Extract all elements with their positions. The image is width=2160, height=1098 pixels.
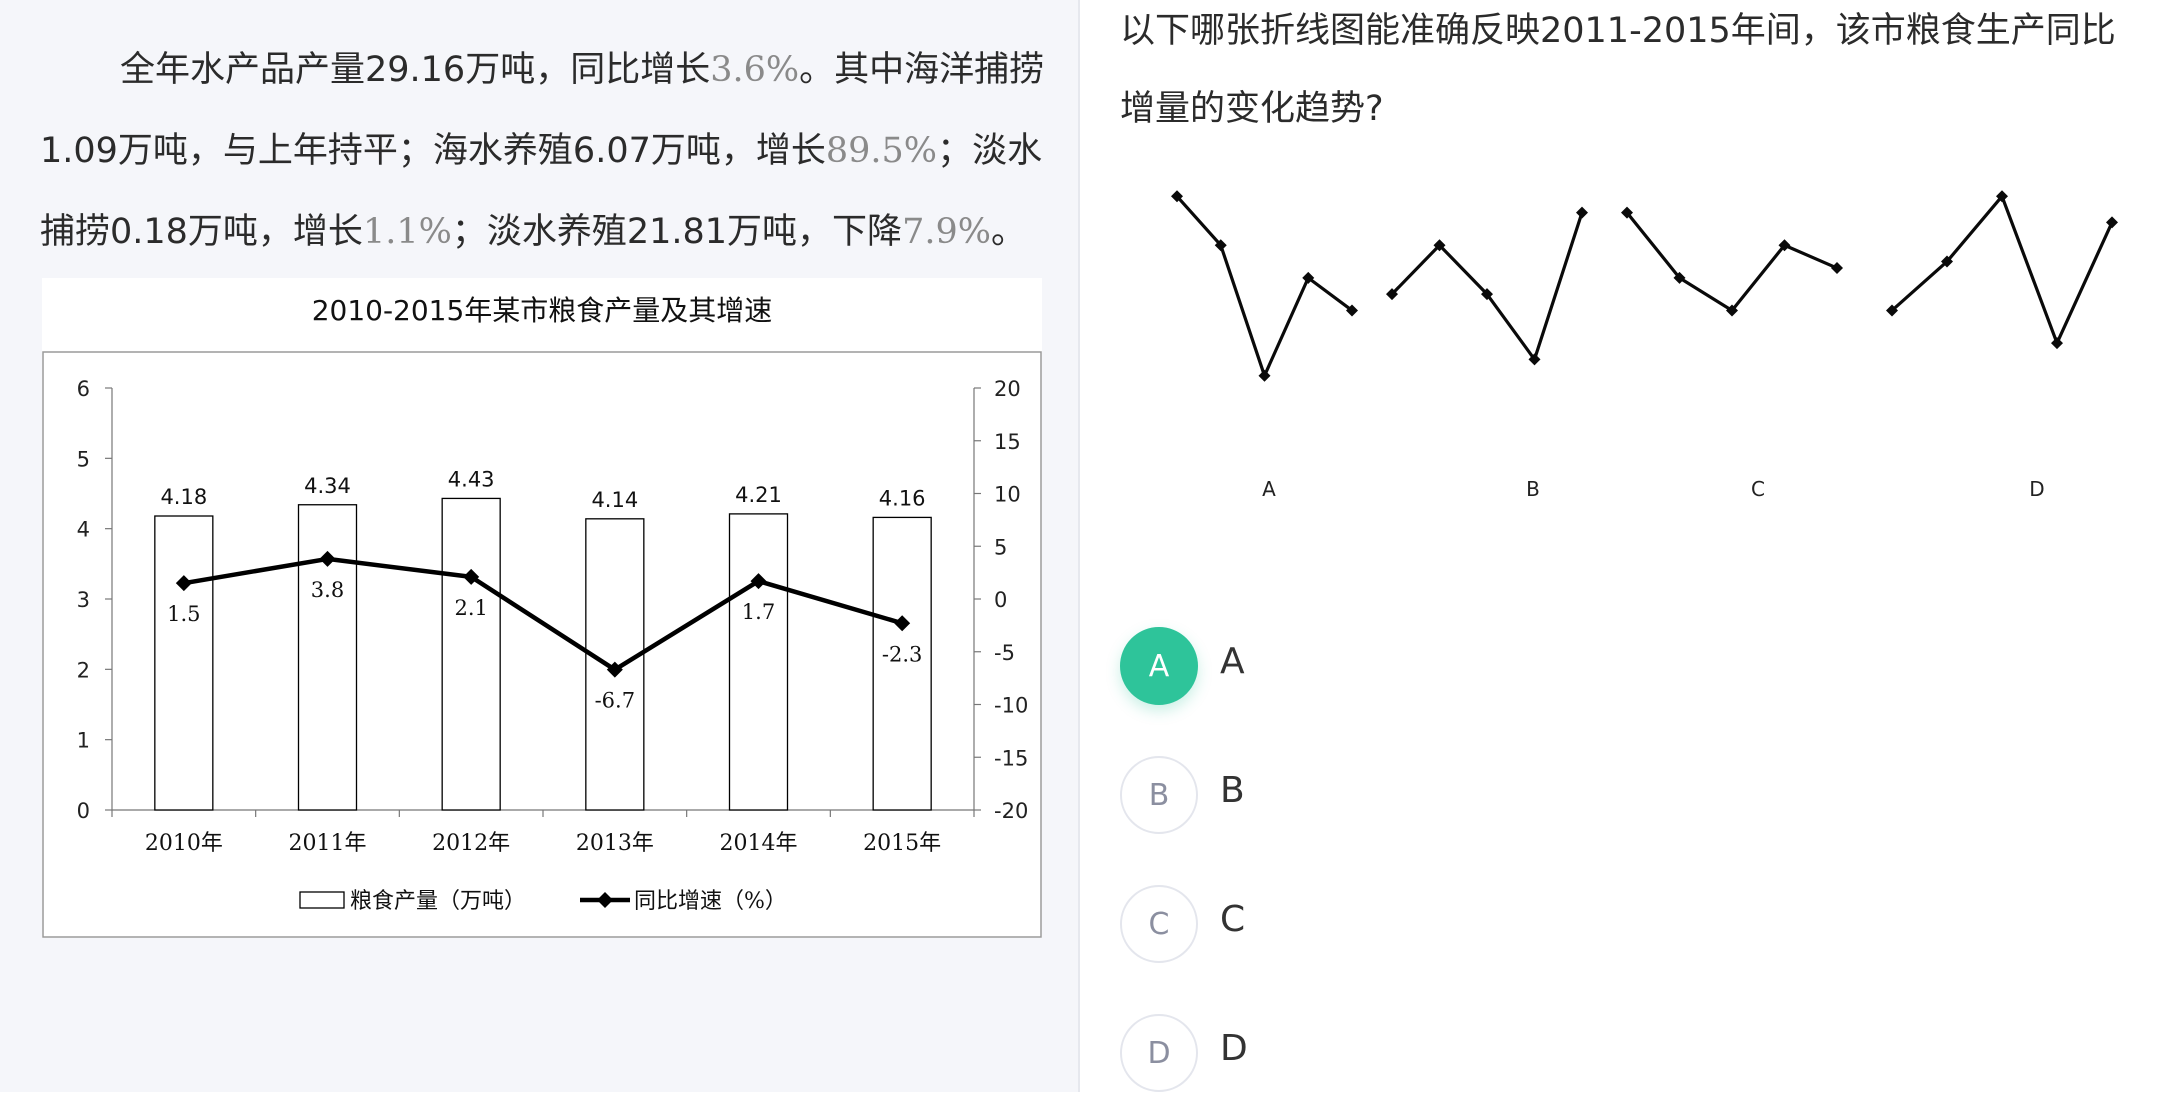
x-tick-label: 2010年 bbox=[145, 831, 223, 856]
option-a-label: A bbox=[1220, 641, 1245, 682]
left-tick-label: 5 bbox=[77, 447, 90, 471]
growth-label: 1.7 bbox=[742, 600, 775, 624]
legend-line-marker bbox=[597, 892, 613, 908]
bar bbox=[728, 513, 789, 811]
right-tick-label: -20 bbox=[994, 799, 1028, 823]
option-c-line bbox=[1625, 211, 1838, 313]
production-chart: 2010-2015年某市粮食产量及其增速 0 1 2 3 4 5 6 -20 -15 -10 -5 0 5… bbox=[42, 278, 1042, 938]
bar bbox=[297, 504, 358, 811]
bar-label: 4.34 bbox=[304, 474, 351, 498]
legend-bar-swatch bbox=[299, 891, 345, 909]
right-tick-label: 10 bbox=[994, 483, 1021, 507]
option-b[interactable]: B B bbox=[1120, 756, 1620, 840]
passage-segment: ；淡水养殖21.81万吨，下降 bbox=[451, 212, 903, 252]
growth-label: 3.8 bbox=[311, 578, 344, 602]
passage-percent: 89.5% bbox=[825, 131, 938, 171]
left-tick-label: 4 bbox=[77, 518, 90, 542]
chart-title: 2010-2015年某市粮食产量及其增速 bbox=[312, 294, 773, 327]
option-a-badge: A bbox=[1120, 627, 1198, 705]
growth-label: 2.1 bbox=[454, 596, 487, 620]
question-pane: 以下哪张折线图能准确反映2011-2015年间，该市粮食生产同比增量的变化趋势?… bbox=[1082, 0, 2160, 1092]
option-d-label: D bbox=[1220, 1028, 1248, 1069]
option-b-badge: B bbox=[1120, 756, 1198, 834]
passage-percent: 1.1% bbox=[362, 212, 452, 252]
option-chart-point bbox=[1258, 369, 1271, 382]
option-d[interactable]: D D bbox=[1120, 1014, 1620, 1098]
option-b-line bbox=[1390, 212, 1584, 361]
right-tick-label: 20 bbox=[994, 377, 1021, 401]
right-tick-label: -10 bbox=[994, 694, 1028, 718]
bar-label: 4.18 bbox=[160, 485, 207, 509]
left-tick-label: 1 bbox=[77, 729, 90, 753]
growth-line bbox=[183, 556, 903, 672]
x-tick-label: 2013年 bbox=[576, 831, 654, 856]
option-chart-label: A bbox=[1262, 477, 1276, 501]
bar-label: 4.21 bbox=[735, 483, 782, 507]
bar-label: 4.16 bbox=[879, 486, 926, 510]
passage-text: 全年水产品产量29.16万吨，同比增长3.6%。其中海洋捕捞1.09万吨，与上年… bbox=[40, 30, 1050, 273]
bar bbox=[154, 515, 214, 811]
legend-bar-label: 粮食产量（万吨） bbox=[350, 889, 526, 914]
growth-label: 1.5 bbox=[167, 602, 200, 626]
growth-label: -6.7 bbox=[595, 689, 636, 713]
option-chart-label: D bbox=[2029, 477, 2044, 501]
left-tick-label: 3 bbox=[77, 588, 90, 612]
option-chart-label: C bbox=[1751, 477, 1765, 501]
bar-label: 4.14 bbox=[591, 488, 638, 512]
question-text: 以下哪张折线图能准确反映2011-2015年间，该市粮食生产同比增量的变化趋势? bbox=[1120, 11, 2116, 129]
left-tick-label: 2 bbox=[77, 658, 90, 682]
option-a-line bbox=[1175, 195, 1353, 378]
right-tick-label: -15 bbox=[994, 746, 1028, 770]
option-chart-point bbox=[2051, 337, 2063, 350]
option-c-label: C bbox=[1220, 899, 1246, 940]
left-tick-label: 0 bbox=[77, 799, 90, 823]
option-c-badge: C bbox=[1120, 885, 1198, 963]
passage-pane: 全年水产品产量29.16万吨，同比增长3.6%。其中海洋捕捞1.09万吨，与上年… bbox=[0, 0, 1080, 1092]
legend-line-label: 同比增速（%） bbox=[634, 889, 787, 914]
right-tick-label: 0 bbox=[994, 588, 1007, 612]
passage-percent: 7.9% bbox=[902, 212, 991, 252]
passage-segment: 。 bbox=[990, 212, 1026, 252]
option-c[interactable]: C C bbox=[1120, 885, 1620, 969]
right-tick-label: 5 bbox=[994, 535, 1007, 559]
option-d-line bbox=[1890, 194, 2114, 345]
production-chart-svg: 2010-2015年某市粮食产量及其增速 0 1 2 3 4 5 6 -20 -15 -10 -5 0 5… bbox=[42, 294, 1042, 938]
right-tick-label: 15 bbox=[994, 430, 1021, 454]
option-chart-point bbox=[1576, 206, 1588, 219]
growth-label: -2.3 bbox=[882, 642, 923, 666]
option-charts: A B C D bbox=[1171, 190, 2118, 501]
x-tick-label: 2012年 bbox=[432, 831, 510, 856]
option-a[interactable]: A A bbox=[1120, 627, 1620, 711]
x-tick-label: 2014年 bbox=[720, 831, 798, 856]
x-tick-label: 2015年 bbox=[863, 831, 941, 856]
option-d-badge: D bbox=[1120, 1014, 1198, 1092]
bar-label: 4.43 bbox=[448, 467, 495, 491]
option-chart-point bbox=[1831, 262, 1843, 275]
passage-percent: 3.6% bbox=[710, 50, 800, 90]
bar bbox=[441, 497, 501, 811]
left-tick-label: 6 bbox=[77, 377, 90, 401]
option-b-label: B bbox=[1220, 770, 1245, 811]
option-chart-label: B bbox=[1526, 477, 1540, 501]
x-tick-label: 2011年 bbox=[289, 831, 367, 856]
passage-segment: 全年水产品产量29.16万吨，同比增长 bbox=[120, 50, 711, 90]
right-tick-label: -5 bbox=[994, 641, 1015, 665]
option-chart-point bbox=[2106, 216, 2118, 229]
